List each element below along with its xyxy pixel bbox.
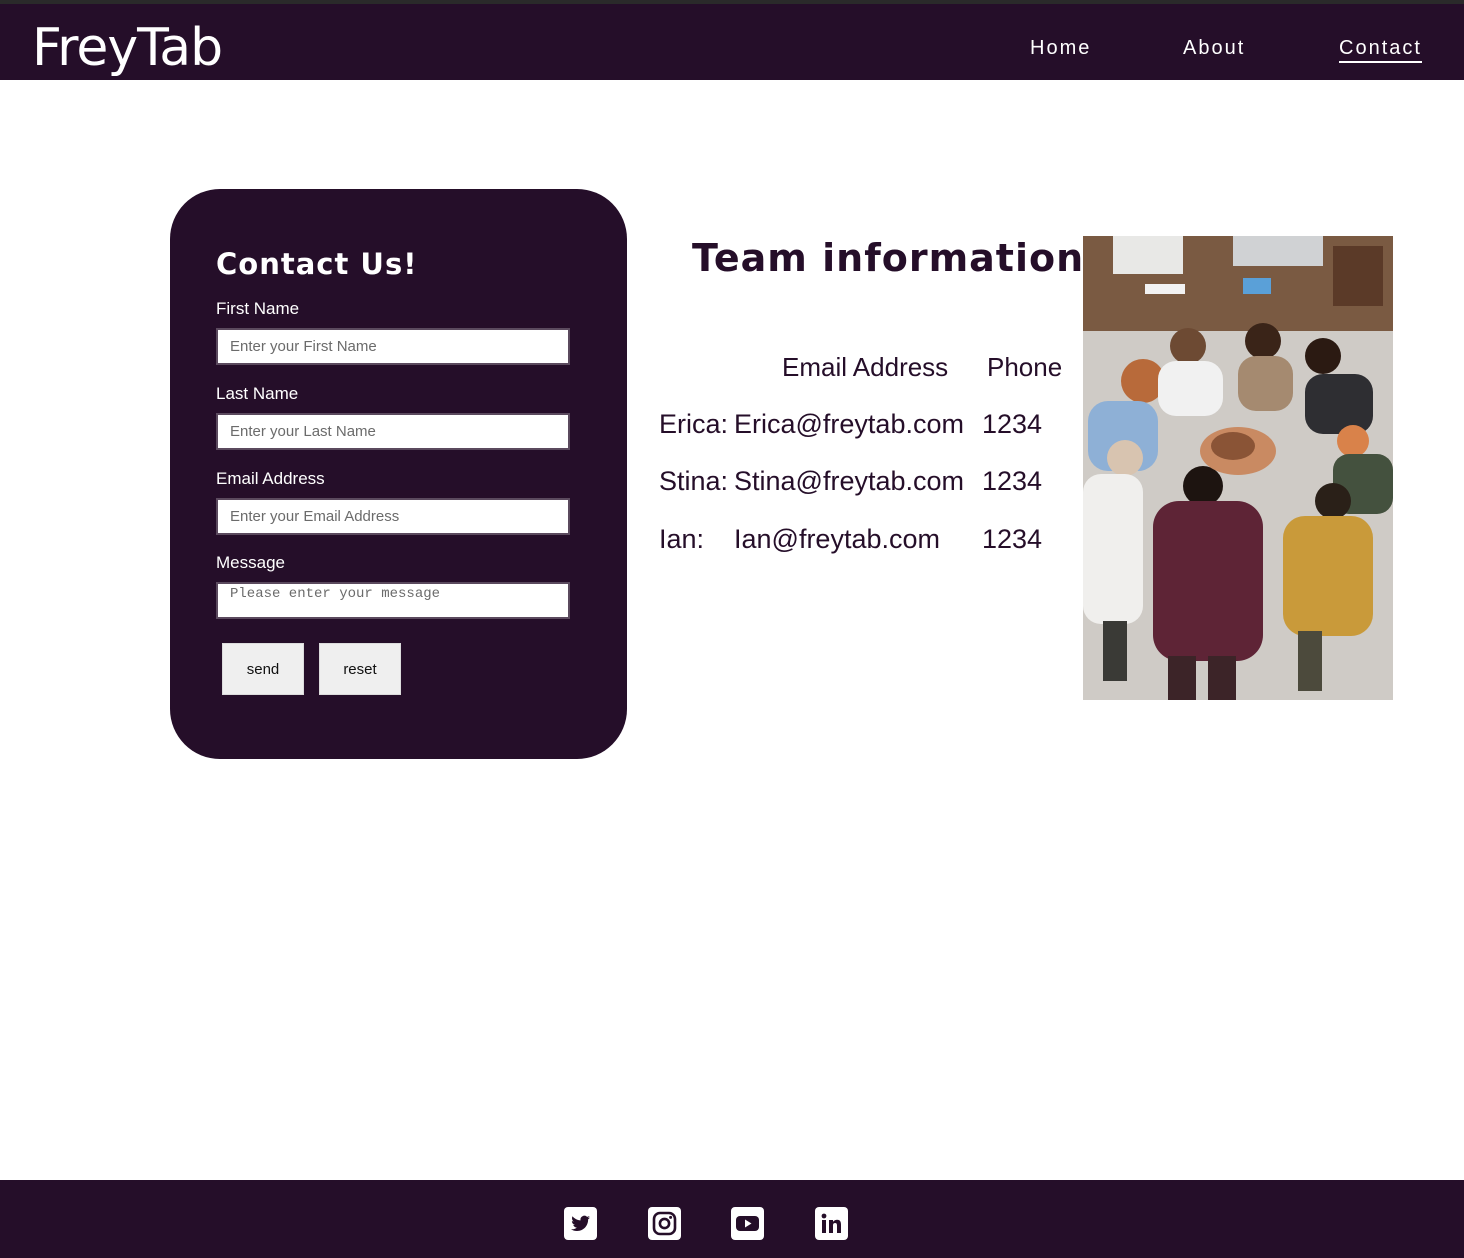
top-navigation-bar: FreyTab Home About Contact — [0, 0, 1464, 80]
team-photo — [1083, 236, 1393, 700]
team-information-title: Team information — [692, 236, 1085, 280]
instagram-icon[interactable] — [648, 1207, 681, 1240]
first-name-input[interactable] — [216, 328, 570, 365]
nav-link-home[interactable]: Home — [1030, 36, 1091, 60]
twitter-icon[interactable] — [564, 1207, 597, 1240]
nav-link-contact[interactable]: Contact — [1339, 36, 1422, 63]
team-member-email: Ian@freytab.com — [734, 524, 940, 554]
contact-form-card: Contact Us! First Name Last Name Email A… — [170, 189, 627, 759]
send-button[interactable]: send — [222, 643, 304, 695]
contact-page: FreyTab Home About Contact Contact Us! F… — [0, 0, 1464, 1258]
message-textarea[interactable] — [216, 582, 570, 619]
nav-link-about[interactable]: About — [1183, 36, 1245, 60]
linkedin-icon[interactable] — [815, 1207, 848, 1240]
team-member-name: Erica: — [659, 409, 729, 439]
team-member-name: Ian: — [659, 524, 705, 554]
last-name-label: Last Name — [216, 384, 299, 403]
contact-form-title: Contact Us! — [216, 247, 418, 281]
last-name-input[interactable] — [216, 413, 570, 450]
first-name-label: First Name — [216, 299, 300, 318]
email-input[interactable] — [216, 498, 570, 535]
team-member-phone: 1234 — [982, 524, 1043, 554]
team-member-name: Stina: — [659, 466, 729, 496]
email-label: Email Address — [216, 469, 325, 488]
team-member-email: Stina@freytab.com — [734, 466, 965, 496]
youtube-icon[interactable] — [731, 1207, 764, 1240]
team-header-phone: Phone — [987, 352, 1063, 382]
team-header-email: Email Address — [782, 352, 949, 382]
reset-button[interactable]: reset — [319, 643, 401, 695]
team-member-email: Erica@freytab.com — [734, 409, 964, 439]
team-member-phone: 1234 — [982, 466, 1043, 496]
message-label: Message — [216, 553, 285, 572]
team-member-phone: 1234 — [982, 409, 1043, 439]
site-logo[interactable]: FreyTab — [32, 18, 223, 78]
team-photo-illustration — [1083, 236, 1393, 700]
